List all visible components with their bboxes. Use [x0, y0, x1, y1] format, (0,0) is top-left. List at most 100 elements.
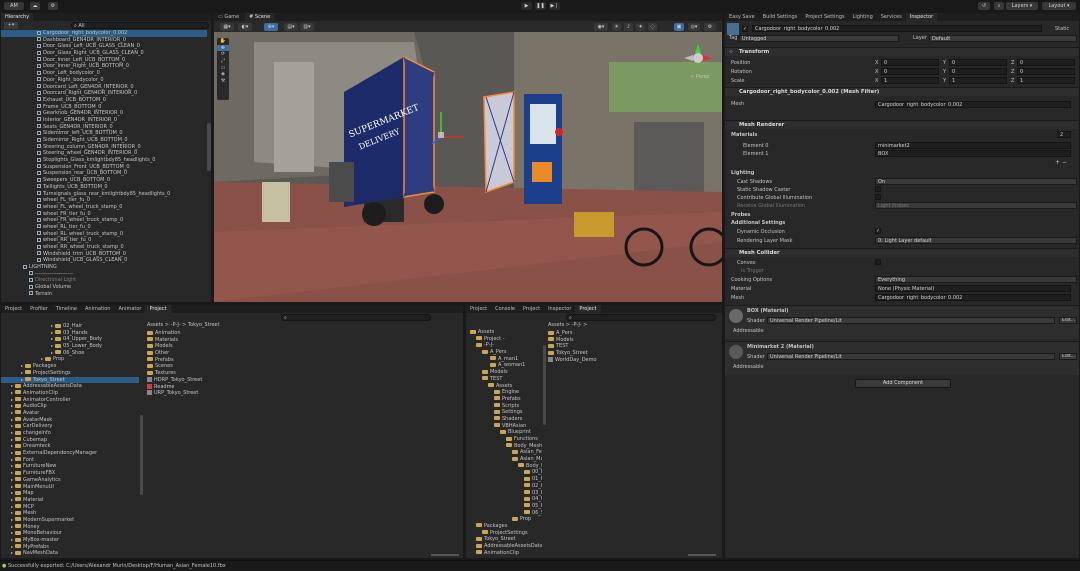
project-tree-item[interactable]: ▸ Avatar — [1, 410, 139, 417]
audio-toggle-icon[interactable]: ♪ — [624, 23, 633, 31]
expand-arrow-icon[interactable]: ▸ — [11, 517, 13, 522]
project-tree-item[interactable]: ▸ changeinfo — [1, 430, 139, 437]
active-checkbox[interactable]: ✓ — [742, 26, 748, 32]
asset-item[interactable]: WorldDay_Demo — [548, 356, 718, 364]
layers-dropdown[interactable]: Layers ▾ — [1006, 2, 1038, 10]
project-tree-item[interactable]: ▸ ModernSupermarket — [1, 517, 139, 524]
hierarchy-item[interactable]: Sidemirror_Right_UCB_BOTTOM_0 — [1, 137, 207, 144]
mesh-collider-header[interactable]: Mesh Collider — [725, 248, 1079, 257]
hierarchy-item[interactable]: wheel_FR_wheel_truck_stamp_0 — [1, 217, 207, 224]
hierarchy-item[interactable]: Windshield_trim_UCB_BOTTOM_0 — [1, 251, 207, 258]
tag-dropdown[interactable]: Untagged — [739, 35, 899, 42]
minimarket-material-title[interactable]: Minimarket 2 (Material) — [747, 344, 814, 350]
expand-arrow-icon[interactable]: ▸ — [21, 370, 23, 375]
mesh-field[interactable]: Cargodoor_right_bodycolor_0.002 — [875, 101, 1071, 108]
hierarchy-item[interactable]: Suspension_Front_UCB_BOTTOM_0 — [1, 164, 207, 171]
gizmos-dropdown[interactable]: ◉▾ — [594, 23, 608, 31]
cloud-icon[interactable]: ☁ — [30, 2, 40, 10]
project-tree-item[interactable]: A_man1 — [466, 356, 542, 363]
expand-arrow-icon[interactable]: ▸ — [11, 403, 13, 408]
zoom-slider-right[interactable] — [688, 554, 716, 556]
hierarchy-item[interactable]: Doorcard_Right_GEN4DR_INTERIOR_0 — [1, 90, 207, 97]
tab-inspector[interactable]: Inspector — [544, 305, 575, 313]
expand-arrow-icon[interactable]: ▸ — [11, 490, 13, 495]
expand-arrow-icon[interactable]: ▸ — [11, 550, 13, 555]
pivot-dropdown[interactable]: ⊕▾ — [264, 23, 278, 31]
project-tree-item[interactable]: Functions — [466, 436, 542, 443]
static-shadow-caster-checkbox[interactable] — [875, 186, 881, 192]
asset-item[interactable]: Other — [147, 350, 327, 357]
tab-project[interactable]: Project — [145, 305, 171, 313]
expand-arrow-icon[interactable]: ▸ — [11, 437, 13, 442]
expand-arrow-icon[interactable]: ▸ — [11, 484, 13, 489]
project-tree-item[interactable]: ▸ AnimatorController — [1, 397, 139, 404]
hierarchy-item[interactable]: Dashboard_GEN4DR_INTERIOR_0 — [1, 37, 207, 44]
hierarchy-item[interactable]: Sweepers_UCB_BOTTOM_0 — [1, 177, 207, 184]
tab-timeline[interactable]: Timeline — [52, 305, 81, 313]
tab-game[interactable]: ▭ Game — [214, 13, 243, 21]
project-tree-item[interactable]: ▸ MonoBehaviour — [1, 530, 139, 537]
mesh-filter-header[interactable]: Cargodoor_right_bodycolor_0.002 (Mesh Fi… — [725, 87, 1079, 96]
hierarchy-item[interactable]: Global Volume — [1, 284, 207, 291]
project-tree-item[interactable]: AnimationClip — [466, 550, 542, 557]
project-tree-item[interactable]: 00_Bas — [466, 469, 542, 476]
shading-dropdown[interactable]: ◐▾ — [238, 23, 252, 31]
project-tree-item[interactable]: ▸ Map — [1, 490, 139, 497]
expand-arrow-icon[interactable]: ▸ — [11, 477, 13, 482]
project-tree-item[interactable]: 04_Upp — [466, 496, 542, 503]
expand-arrow-icon[interactable]: ▸ — [11, 383, 13, 388]
tab-project-settings[interactable]: Project Settings — [801, 13, 848, 21]
rot-z-field[interactable]: 0 — [1017, 68, 1075, 75]
expand-arrow-icon[interactable]: ▸ — [11, 390, 13, 395]
project-tree-item[interactable]: ▸ Font — [1, 457, 139, 464]
scene-viewport[interactable]: SUPERMARKET DELIVERY ✋ ✥ ⟳ ⤢ ▭ ◈ ⚒ < Per… — [214, 32, 722, 302]
collider-material-field[interactable]: None (Physic Material) — [875, 285, 1071, 292]
asset-item[interactable]: A_Pers — [548, 330, 718, 337]
expand-arrow-icon[interactable]: ▸ — [11, 524, 13, 529]
object-name-field[interactable]: Cargodoor_right_bodycolor_0.002 — [752, 25, 1042, 32]
hierarchy-item[interactable]: Door_Inner_Right_UCB_BOTTOM_0 — [1, 63, 207, 70]
project-tree-item[interactable]: Body_Pac — [466, 463, 542, 470]
rot-x-field[interactable]: 0 — [881, 68, 939, 75]
project-left-breadcrumb[interactable]: Assets > -P-J- > Tokyo_Street — [147, 322, 220, 328]
expand-arrow-icon[interactable]: ▸ — [11, 470, 13, 475]
hierarchy-item[interactable]: --------------------- — [1, 271, 207, 278]
tab-inspector[interactable]: Inspector — [905, 13, 938, 21]
project-tree-item[interactable]: ▸ Cubemap — [1, 437, 139, 444]
hierarchy-item[interactable]: Windshield_UCB_GLASS_CLEAN_0 — [1, 257, 207, 264]
contribute-gi-checkbox[interactable] — [875, 194, 881, 200]
asset-item[interactable]: Scenes — [147, 363, 327, 370]
hierarchy-item[interactable]: Steering_column_GEN4DR_INTERIOR_0 — [1, 144, 207, 151]
rot-y-field[interactable]: 0 — [949, 68, 1007, 75]
project-right-search-input[interactable]: ⌕ — [566, 314, 716, 321]
project-tree-item[interactable]: Prefabs — [466, 396, 542, 403]
scl-z-field[interactable]: 1 — [1017, 77, 1075, 84]
collider-mesh-field[interactable]: Cargodoor_right_bodycolor_0.002 — [875, 294, 1071, 301]
hierarchy-item[interactable]: wheel_FL_wheel_truck_stamp_0 — [1, 204, 207, 211]
tab-profiler[interactable]: Profiler — [26, 305, 52, 313]
project-tree-item[interactable]: -P-J- — [466, 342, 542, 349]
move-tool-icon[interactable]: ✥ — [217, 44, 229, 52]
project-tree-item[interactable]: Scripts — [466, 403, 542, 410]
tab-scene[interactable]: # Scene — [245, 13, 275, 21]
hierarchy-scrollbar[interactable] — [207, 123, 211, 171]
project-tree-item[interactable]: TEST — [466, 376, 542, 383]
project-tree-item[interactable]: A_Pers — [466, 349, 542, 356]
scale-tool-icon[interactable]: ⤢ — [217, 58, 229, 65]
settings-icon[interactable]: ⚙ — [48, 2, 58, 10]
pos-z-field[interactable]: 0 — [1017, 59, 1075, 66]
tab-lighting[interactable]: Lighting — [849, 13, 877, 21]
project-tree-item[interactable]: ▸ FurnitureNew — [1, 463, 139, 470]
layer-dropdown[interactable]: Default — [929, 35, 1077, 42]
project-tree-item[interactable]: ▸ NavMeshData — [1, 550, 139, 557]
project-tree-item[interactable]: Models — [466, 369, 542, 376]
project-right-breadcrumb[interactable]: Assets > -P-J- > — [548, 322, 587, 328]
hierarchy-item[interactable]: wheel_RR_tier_fu_0 — [1, 237, 207, 244]
expand-arrow-icon[interactable]: ▸ — [41, 356, 43, 361]
expand-arrow-icon[interactable]: ▸ — [51, 330, 53, 335]
box-edit-button[interactable]: Edit... — [1059, 317, 1077, 324]
project-tree-item[interactable]: ▸ ExternalDependencyManager — [1, 450, 139, 457]
rendering-layer-mask-dropdown[interactable]: 0: Light Layer default — [875, 237, 1077, 244]
history-icon[interactable]: ↺ — [978, 2, 990, 10]
minimarket-edit-button[interactable]: Edit... — [1059, 353, 1077, 360]
